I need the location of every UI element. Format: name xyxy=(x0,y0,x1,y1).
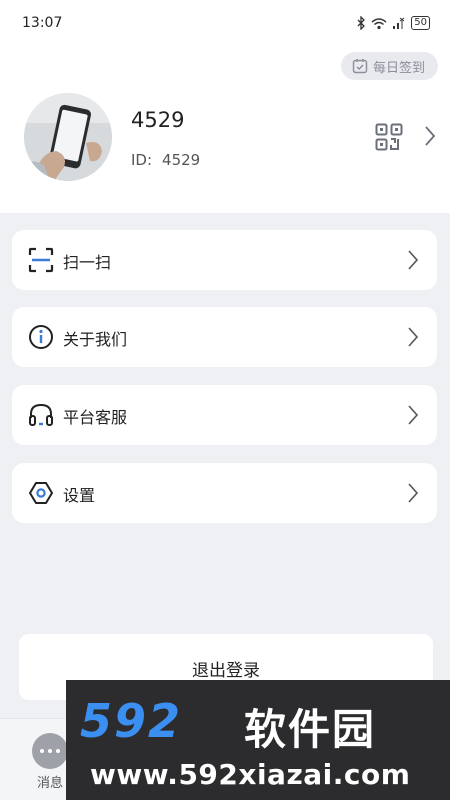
daily-checkin-button[interactable]: 每日签到 xyxy=(340,52,438,80)
menu-label-about: 关于我们 xyxy=(63,330,128,349)
username: 4529 xyxy=(131,108,185,132)
settings-icon xyxy=(29,482,53,504)
scan-icon xyxy=(28,247,54,273)
watermark-url: www.592xiazai.com xyxy=(90,758,411,791)
bluetooth-icon xyxy=(357,16,366,30)
profile-chevron-icon[interactable] xyxy=(424,125,436,147)
watermark-logo-text: 软件园 xyxy=(244,705,377,754)
menu-item-about[interactable]: 关于我们 xyxy=(12,307,437,367)
status-bar: 13:07 50 xyxy=(0,0,450,46)
menu-label-customer-service: 平台客服 xyxy=(63,408,128,427)
chevron-right-icon xyxy=(408,405,419,425)
watermark-banner: 592 软件园 www.592xiazai.com xyxy=(66,680,450,800)
chevron-right-icon xyxy=(408,483,419,503)
headset-icon xyxy=(29,403,53,426)
profile-header: 每日签到 4529 ID: 4529 xyxy=(0,46,450,213)
logout-label: 退出登录 xyxy=(192,660,260,681)
status-time: 13:07 xyxy=(22,15,63,31)
wifi-icon xyxy=(371,17,387,29)
tab-messages-label: 消息 xyxy=(36,776,63,791)
calendar-check-icon xyxy=(352,59,368,74)
checkin-label: 每日签到 xyxy=(372,60,425,76)
battery-icon: 50 xyxy=(411,16,430,30)
message-icon xyxy=(32,733,68,769)
menu-item-settings[interactable]: 设置 xyxy=(12,463,437,523)
qr-code-icon[interactable] xyxy=(375,123,403,151)
user-id-row: ID: 4529 xyxy=(131,151,200,169)
chevron-right-icon xyxy=(408,250,419,270)
user-id-label: ID: xyxy=(131,151,153,169)
avatar[interactable] xyxy=(24,93,112,181)
watermark-logo-digits: 592 xyxy=(80,694,183,748)
menu-label-scan: 扫一扫 xyxy=(63,253,112,272)
status-icons: 50 xyxy=(356,16,430,30)
user-id-value: 4529 xyxy=(162,151,201,169)
menu-item-customer-service[interactable]: 平台客服 xyxy=(12,385,437,445)
chevron-right-icon xyxy=(408,327,419,347)
menu-label-settings: 设置 xyxy=(63,486,96,505)
signal-icon xyxy=(393,17,405,29)
avatar-image xyxy=(24,93,112,181)
tab-messages[interactable]: 消息 xyxy=(30,733,70,791)
menu-item-scan[interactable]: 扫一扫 xyxy=(12,230,437,290)
info-icon xyxy=(29,325,53,349)
